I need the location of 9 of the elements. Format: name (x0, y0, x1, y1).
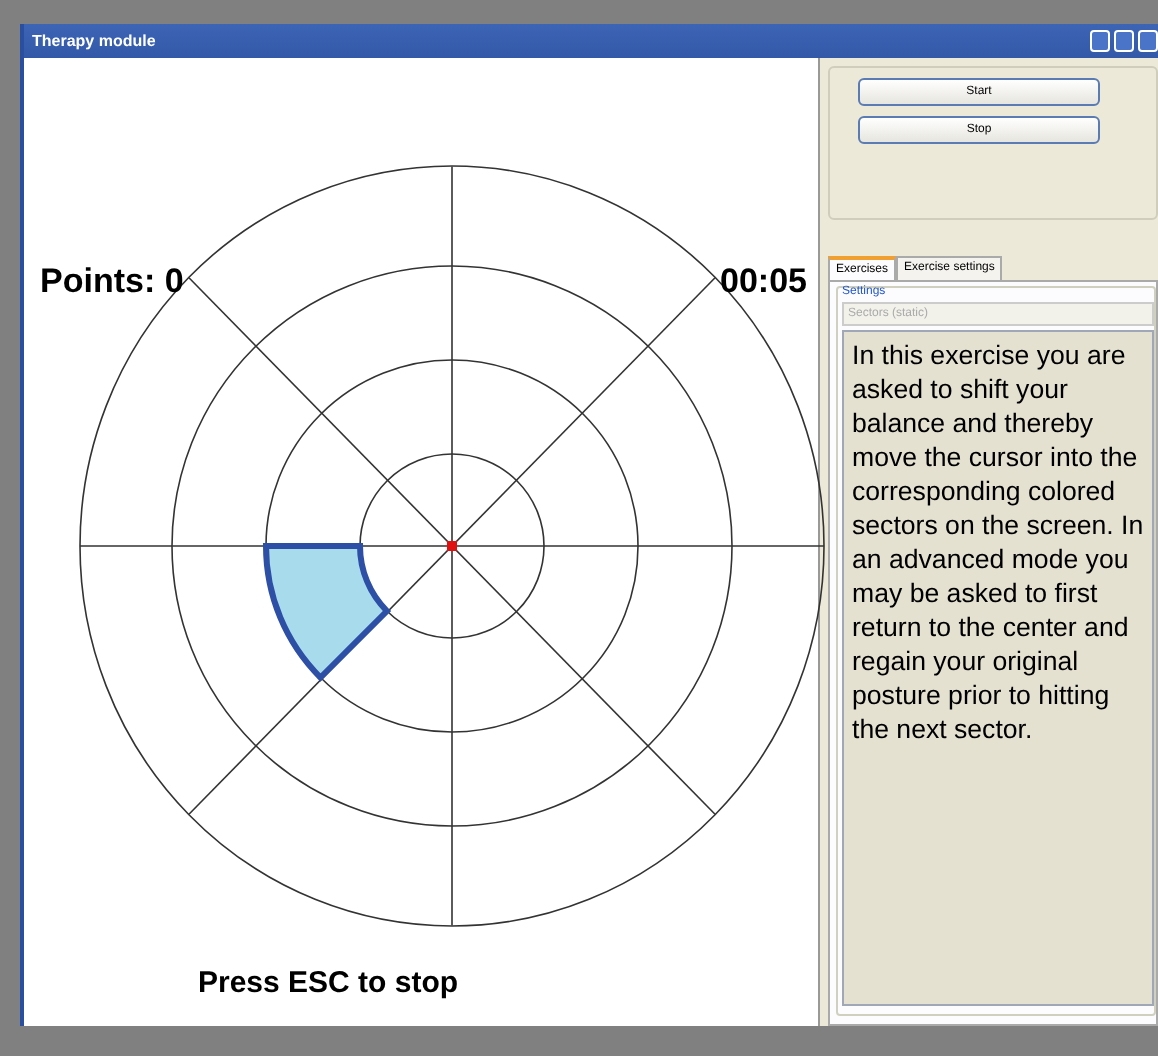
close-button[interactable] (1138, 30, 1158, 52)
timer-label: 00:05 (720, 262, 807, 302)
minimize-button[interactable] (1090, 30, 1110, 52)
maximize-button[interactable] (1114, 30, 1134, 52)
description-text: In this exercise you are asked to shift your balance and thereby move the cursor into the corresponding colored sectors on the screen. In an advanced mode you may be asked to first return to the center and regain your original posture prior to hitting the next sector. (842, 330, 1154, 1006)
points-label: Points: 0 (40, 262, 184, 302)
target-sector (263, 543, 390, 681)
instruction-text: Press ESC to stop (198, 966, 459, 1000)
window-title: Therapy module (32, 32, 156, 50)
